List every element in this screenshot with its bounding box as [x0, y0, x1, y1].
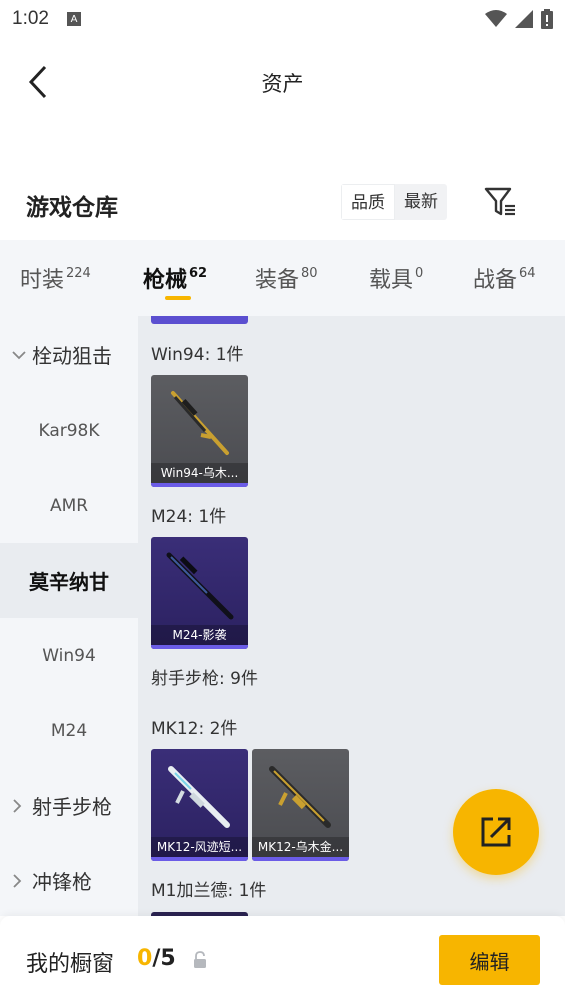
- nav-item-amr[interactable]: AMR: [0, 468, 138, 543]
- rifle-icon: [269, 766, 331, 828]
- status-time: 1:02: [12, 8, 49, 29]
- tab-guns[interactable]: 枪械 62: [143, 262, 207, 294]
- page-title: 资产: [261, 72, 304, 96]
- item-card[interactable]: M24-影袭: [151, 537, 248, 649]
- nav-label: Kar98K: [38, 420, 100, 441]
- tab-count: 62: [189, 266, 208, 281]
- nav-group-smg[interactable]: 冲锋枪: [0, 843, 138, 918]
- nav-label: AMR: [49, 495, 89, 516]
- category-tabs: 时装 224 枪械 62 装备 80 载具 0 战备 64: [0, 240, 565, 316]
- nav-group-marksman[interactable]: 射手步枪: [0, 768, 138, 843]
- battery-icon: [541, 9, 553, 29]
- rifle-icon: [166, 552, 234, 620]
- item-card[interactable]: MK12-乌木金...: [252, 749, 349, 861]
- item-card[interactable]: MK12-风迹短...: [151, 749, 248, 861]
- item-card[interactable]: Win94-乌木...: [151, 375, 248, 487]
- nav-group-bolt-action[interactable]: 栓动狙击: [0, 317, 138, 392]
- nav-label: M24: [50, 720, 88, 741]
- bottom-bar: 我的橱窗 0/5 编辑: [0, 916, 565, 1004]
- nav-item-mosin[interactable]: 莫辛纳甘: [0, 543, 138, 618]
- warehouse-header: 游戏仓库 品质 最新: [0, 180, 565, 228]
- rifle-icon: [171, 391, 229, 455]
- showcase-count: 0/5: [137, 946, 176, 971]
- tab-count: 64: [519, 266, 536, 281]
- section-label: 射手步枪: 9件: [151, 669, 258, 689]
- status-bar: 1:02 A: [0, 0, 565, 38]
- nav-item-m24[interactable]: M24: [0, 693, 138, 768]
- side-nav: 栓动狙击 Kar98K AMR 莫辛纳甘 Win94 M24 射手步枪 冲锋枪: [0, 316, 138, 916]
- nav-item-win94[interactable]: Win94: [0, 618, 138, 693]
- share-edit-icon: [481, 817, 511, 847]
- tab-label: 装备: [255, 268, 300, 293]
- sort-quality-button[interactable]: 品质: [341, 184, 395, 220]
- item-name: M24-影袭: [151, 625, 248, 645]
- item-name: MK12-风迹短...: [151, 837, 248, 857]
- tab-label: 时装: [20, 268, 65, 293]
- top-bar: 资产: [0, 52, 565, 112]
- item-name: MK12-乌木金...: [252, 837, 349, 857]
- chevron-right-icon: [12, 798, 32, 813]
- rifle-icon: [168, 766, 230, 828]
- tab-active-indicator: [165, 296, 191, 300]
- a-icon: A: [66, 12, 81, 26]
- section-label: M1加兰德: 1件: [151, 881, 267, 901]
- tab-count: 0: [415, 266, 424, 281]
- section-label: Win94: 1件: [151, 345, 244, 365]
- nav-label: 冲锋枪: [32, 870, 92, 894]
- tab-vehicles[interactable]: 载具 0: [369, 262, 423, 294]
- share-fab[interactable]: [453, 789, 539, 875]
- signal-icon: [515, 10, 533, 28]
- tab-count: 80: [301, 266, 318, 281]
- chevron-right-icon: [12, 873, 32, 888]
- nav-label: Win94: [42, 645, 96, 666]
- tab-label: 战备: [473, 268, 518, 293]
- nav-label: 莫辛纳甘: [29, 570, 109, 594]
- nav-label: 射手步枪: [32, 795, 112, 819]
- rarity-bar: [252, 857, 349, 861]
- filter-button[interactable]: [480, 184, 520, 220]
- tab-label: 枪械: [143, 268, 188, 293]
- rarity-bar: [151, 645, 248, 649]
- filter-icon: [484, 187, 515, 216]
- rarity-bar: [151, 857, 248, 861]
- showcase-current: 0: [137, 946, 153, 971]
- warehouse-title: 游戏仓库: [26, 195, 118, 221]
- item-name: Win94-乌木...: [151, 463, 248, 483]
- wifi-icon: [485, 10, 507, 27]
- rarity-bar: [151, 483, 248, 487]
- sort-toggle: 品质 最新: [341, 184, 447, 220]
- showcase-label: 我的橱窗: [26, 952, 115, 977]
- chevron-down-icon: [12, 350, 32, 360]
- section-label: M24: 1件: [151, 507, 227, 527]
- sort-newest-button[interactable]: 最新: [395, 184, 447, 220]
- showcase-total: 5: [160, 946, 176, 971]
- tab-supplies[interactable]: 战备 64: [473, 262, 536, 294]
- nav-item-kar98k[interactable]: Kar98K: [0, 393, 138, 468]
- nav-label: 栓动狙击: [32, 344, 112, 368]
- section-label: MK12: 2件: [151, 719, 238, 739]
- tab-count: 224: [66, 266, 91, 281]
- edit-button[interactable]: 编辑: [439, 935, 540, 985]
- tab-fashion[interactable]: 时装 224: [20, 262, 91, 294]
- lock-icon: [194, 951, 206, 968]
- tab-equipment[interactable]: 装备 80: [255, 262, 318, 294]
- status-icons: [485, 9, 553, 29]
- tab-label: 载具: [369, 268, 414, 293]
- item-card-partial[interactable]: [151, 316, 248, 324]
